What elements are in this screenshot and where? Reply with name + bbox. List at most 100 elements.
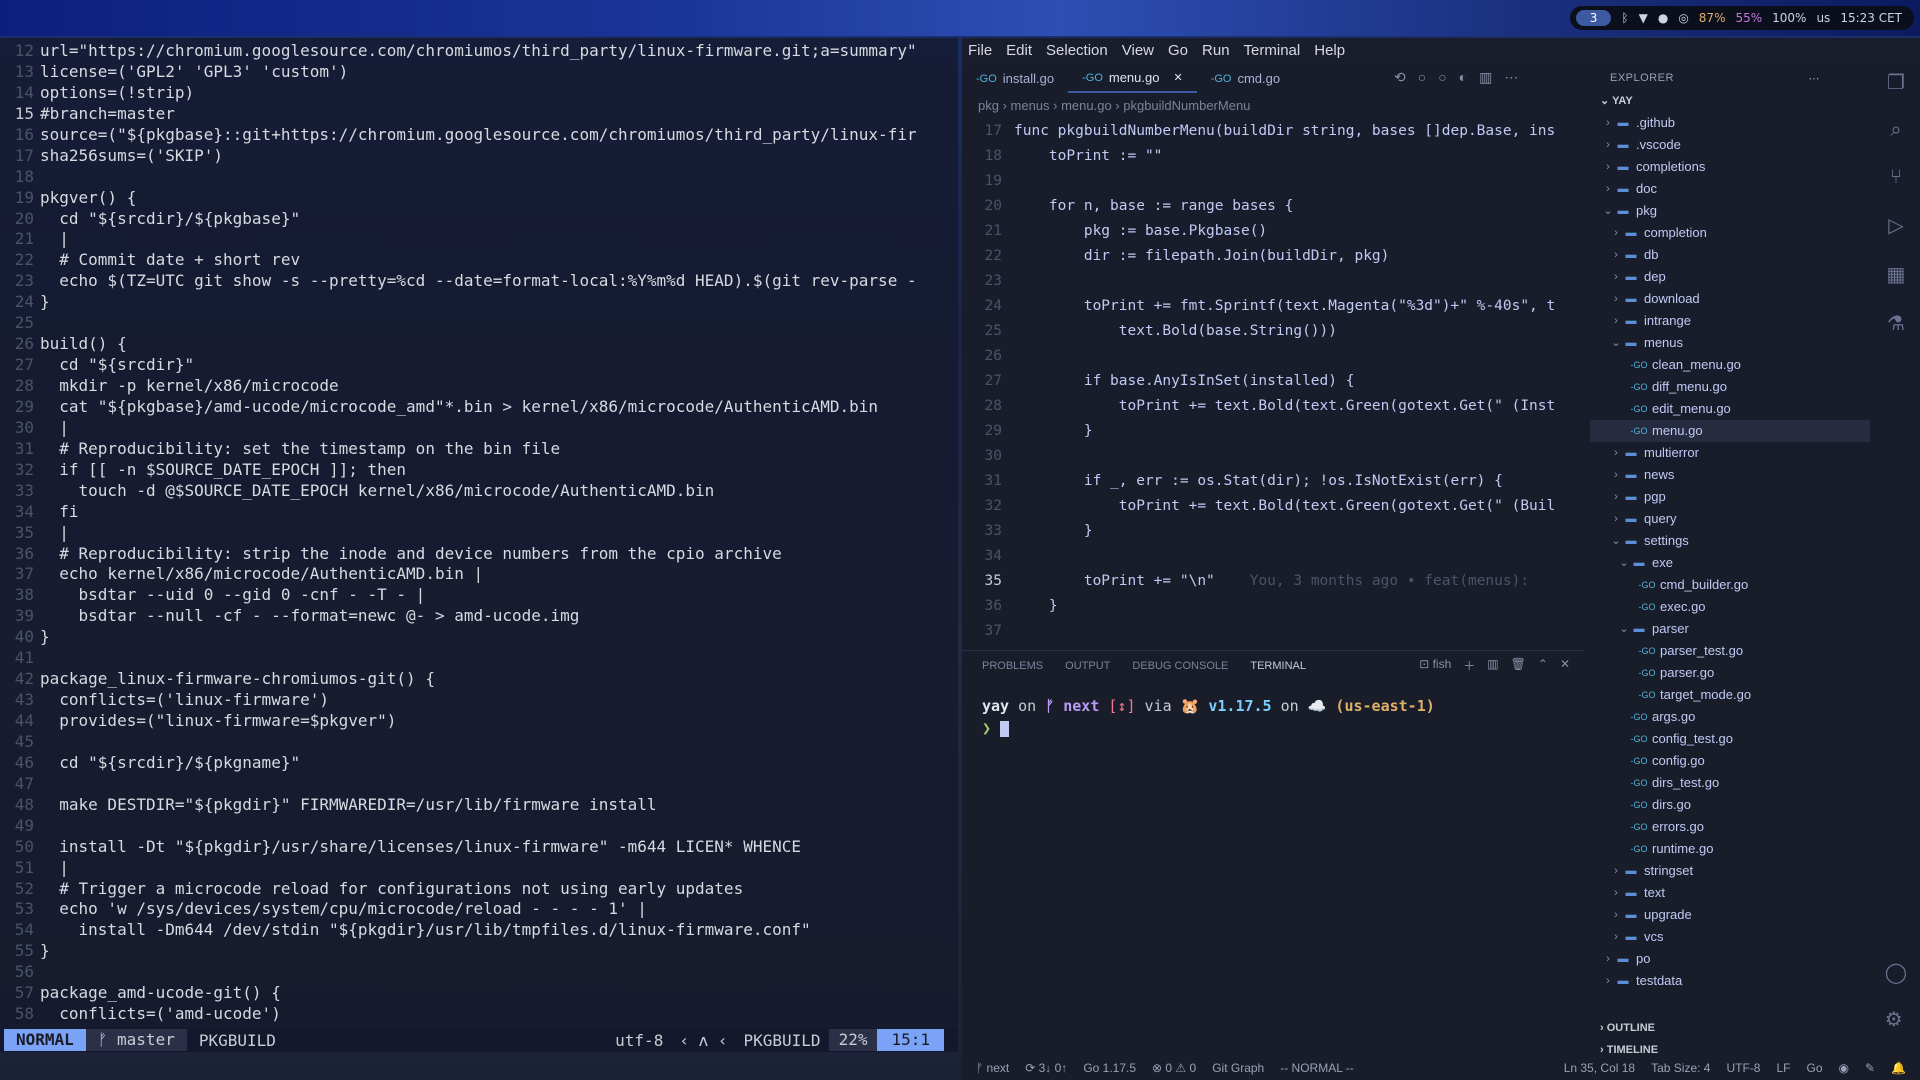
bell-icon[interactable]: 🔔 <box>1891 1061 1906 1075</box>
tree-file[interactable]: -GO diff_menu.go <box>1590 376 1870 398</box>
tree-file[interactable]: -GO edit_menu.go <box>1590 398 1870 420</box>
vim-line[interactable]: 28 mkdir -p kernel/x86/microcode <box>0 376 958 397</box>
search-icon[interactable]: ⌕ <box>1890 119 1901 142</box>
status-go-version[interactable]: Go 1.17.5 <box>1083 1061 1136 1075</box>
code-line[interactable]: 29 } <box>962 419 1584 444</box>
tree-folder[interactable]: › ▬ completion <box>1590 222 1870 244</box>
vim-line[interactable]: 51 | <box>0 858 958 879</box>
code-line[interactable]: 23 <box>962 269 1584 294</box>
code-line[interactable]: 26 <box>962 344 1584 369</box>
vim-line[interactable]: 47 <box>0 774 958 795</box>
eye-off-icon[interactable]: ◎ <box>1678 11 1688 25</box>
tree-folder[interactable]: › ▬ completions <box>1590 156 1870 178</box>
vim-line[interactable]: 46 cd "${srcdir}/${pkgname}" <box>0 753 958 774</box>
tree-folder[interactable]: ⌄ ▬ menus <box>1590 332 1870 354</box>
tree-file[interactable]: -GO config_test.go <box>1590 728 1870 750</box>
tree-folder[interactable]: › ▬ intrange <box>1590 310 1870 332</box>
vim-line[interactable]: 34 fi <box>0 502 958 523</box>
vim-line[interactable]: 54 install -Dm644 /dev/stdin "${pkgdir}/… <box>0 920 958 941</box>
tree-folder[interactable]: › ▬ doc <box>1590 178 1870 200</box>
tree-folder[interactable]: › ▬ .vscode <box>1590 134 1870 156</box>
tree-file[interactable]: -GO parser_test.go <box>1590 640 1870 662</box>
volume-level[interactable]: 100% <box>1772 11 1806 25</box>
menu-terminal[interactable]: Terminal <box>1244 42 1301 59</box>
vim-line[interactable]: 25 <box>0 313 958 334</box>
code-line[interactable]: 33 } <box>962 519 1584 544</box>
code-line[interactable]: 21 pkg := base.Pkgbase() <box>962 219 1584 244</box>
code-editor[interactable]: 17 func pkgbuildNumberMenu(buildDir strin… <box>962 119 1584 681</box>
status-sync[interactable]: ⟳ 3↓ 0↑ <box>1025 1061 1067 1075</box>
vim-line[interactable]: 19 pkgver() { <box>0 188 958 209</box>
code-line[interactable]: 28 toPrint += text.Bold(text.Green(gotex… <box>962 394 1584 419</box>
tab-menu-go[interactable]: -GO menu.go ✕ <box>1068 65 1197 93</box>
more-actions-icon[interactable]: ⋯ <box>1504 69 1518 86</box>
tree-folder[interactable]: › ▬ download <box>1590 288 1870 310</box>
tree-folder[interactable]: › ▬ testdata <box>1590 970 1870 992</box>
tree-folder[interactable]: ⌄ ▬ settings <box>1590 530 1870 552</box>
new-terminal-icon[interactable]: ＋ <box>1463 657 1475 674</box>
vim-line[interactable]: 33 touch -d @$SOURCE_DATE_EPOCH kernel/x… <box>0 481 958 502</box>
tree-folder[interactable]: › ▬ news <box>1590 464 1870 486</box>
tree-folder[interactable]: › ▬ stringset <box>1590 860 1870 882</box>
vim-line[interactable]: 38 bsdtar --uid 0 --gid 0 -cnf - -T - | <box>0 585 958 606</box>
tree-folder[interactable]: ⌄ ▬ parser <box>1590 618 1870 640</box>
tree-file[interactable]: -GO runtime.go <box>1590 838 1870 860</box>
vim-line[interactable]: 29 cat "${pkgbase}/amd-ucode/microcode_a… <box>0 397 958 418</box>
menu-run[interactable]: Run <box>1202 42 1230 59</box>
tree-folder[interactable]: › ▬ multierror <box>1590 442 1870 464</box>
vim-line[interactable]: 45 <box>0 732 958 753</box>
breadcrumb[interactable]: pkg › menus › menu.go › pkgbuildNumberMe… <box>978 98 1250 113</box>
tree-folder[interactable]: ⌄ ▬ exe <box>1590 552 1870 574</box>
tree-folder[interactable]: › ▬ upgrade <box>1590 904 1870 926</box>
extensions-icon[interactable]: ▦ <box>1887 262 1906 287</box>
code-line[interactable]: 31 if _, err := os.Stat(dir); !os.IsNotE… <box>962 469 1584 494</box>
status-language[interactable]: Go <box>1806 1061 1822 1075</box>
code-line[interactable]: 36 } <box>962 594 1584 619</box>
vim-line[interactable]: 23 echo $(TZ=UTC git show -s --pretty=%c… <box>0 271 958 292</box>
keyboard-layout[interactable]: us <box>1816 11 1830 25</box>
maximize-panel-icon[interactable]: ⌃ <box>1538 657 1548 674</box>
code-line[interactable]: 22 dir := filepath.Join(buildDir, pkg) <box>962 244 1584 269</box>
tab-install-go[interactable]: -GO install.go <box>962 65 1068 93</box>
vim-line[interactable]: 56 <box>0 962 958 983</box>
tree-folder[interactable]: › ▬ text <box>1590 882 1870 904</box>
copilot-icon[interactable]: ◉ <box>1839 1061 1849 1075</box>
vim-line[interactable]: 24} <box>0 292 958 313</box>
feedback-icon[interactable]: ✎ <box>1865 1061 1875 1075</box>
tab-cmd-go[interactable]: -GO cmd.go <box>1197 65 1294 93</box>
tree-file[interactable]: -GO menu.go <box>1590 420 1870 442</box>
tree-file[interactable]: -GO cmd_builder.go <box>1590 574 1870 596</box>
explorer-root[interactable]: ⌄ YAY <box>1590 84 1870 107</box>
vim-line[interactable]: 48 make DESTDIR="${pkgdir}" FIRMWAREDIR=… <box>0 795 958 816</box>
terminal-input-line[interactable]: ❯ <box>982 719 1584 737</box>
panel-tab-problems[interactable]: PROBLEMS <box>982 660 1043 672</box>
split-terminal-icon[interactable]: ▥ <box>1487 657 1498 674</box>
tree-folder[interactable]: › ▬ vcs <box>1590 926 1870 948</box>
compare-icon[interactable]: ⟲ <box>1394 69 1406 86</box>
code-line[interactable]: 20 for n, base := range bases { <box>962 194 1584 219</box>
vim-line[interactable]: 52 # Trigger a microcode reload for conf… <box>0 879 958 900</box>
tree-folder[interactable]: › ▬ .github <box>1590 112 1870 134</box>
vim-line[interactable]: 22 # Commit date + short rev <box>0 250 958 271</box>
vim-line[interactable]: 40} <box>0 627 958 648</box>
source-control-icon[interactable]: ⑂ <box>1890 166 1902 189</box>
code-line[interactable]: 19 <box>962 169 1584 194</box>
next-change-icon[interactable]: ○ <box>1438 69 1446 86</box>
vim-line[interactable]: 50 install -Dt "${pkgdir}/usr/share/lice… <box>0 837 958 858</box>
vim-line[interactable]: 20 cd "${srcdir}/${pkgbase}" <box>0 209 958 230</box>
vim-line[interactable]: 31 # Reproducibility: set the timestamp … <box>0 439 958 460</box>
menu-file[interactable]: File <box>968 42 992 59</box>
panel-tab-debug-console[interactable]: DEBUG CONSOLE <box>1132 660 1228 672</box>
tree-file[interactable]: -GO config.go <box>1590 750 1870 772</box>
vim-line[interactable]: 41 <box>0 648 958 669</box>
tree-folder[interactable]: › ▬ po <box>1590 948 1870 970</box>
split-editor-icon[interactable]: ▥ <box>1479 69 1492 86</box>
vim-line[interactable]: 57 package_amd-ucode-git() { <box>0 983 958 1004</box>
code-line[interactable]: 24 toPrint += fmt.Sprintf(text.Magenta("… <box>962 294 1584 319</box>
vim-line[interactable]: 13 license=('GPL2' 'GPL3' 'custom') <box>0 62 958 83</box>
prev-change-icon[interactable]: ○ <box>1418 69 1426 86</box>
menu-edit[interactable]: Edit <box>1006 42 1032 59</box>
code-line[interactable]: 17 func pkgbuildNumberMenu(buildDir strin… <box>962 119 1584 144</box>
vim-line[interactable]: 35 | <box>0 523 958 544</box>
tree-file[interactable]: -GO clean_menu.go <box>1590 354 1870 376</box>
